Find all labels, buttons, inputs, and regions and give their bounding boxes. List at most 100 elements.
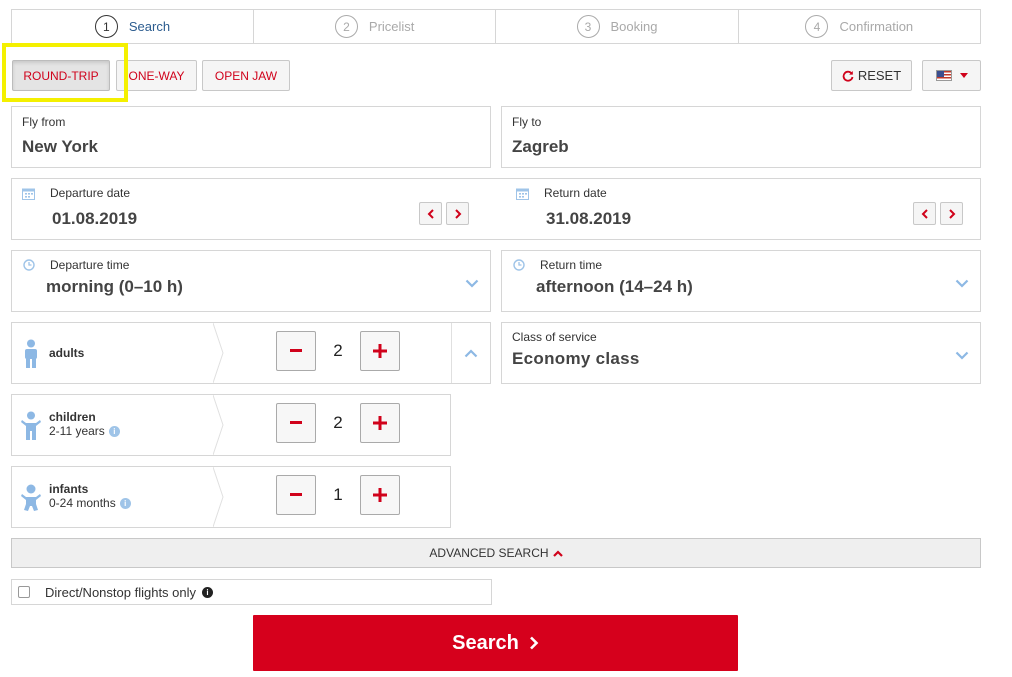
chevron-down-icon (955, 351, 969, 360)
language-selector[interactable] (922, 60, 981, 91)
reset-label: RESET (857, 68, 902, 83)
departure-time-value: morning (0–10 h) (46, 277, 183, 296)
row-divider (213, 323, 224, 383)
open-jaw-button[interactable]: OPEN JAW (202, 60, 290, 91)
step-number: 2 (334, 15, 358, 38)
progress-steps: 1 Search 2 Pricelist 3 Booking 4 Confirm… (11, 9, 981, 44)
chevron-right-icon (529, 636, 539, 650)
refresh-icon (842, 70, 854, 82)
infants-age-text: 0-24 months (49, 496, 116, 510)
chevron-up-icon (464, 348, 478, 357)
fly-to-label: Fly to (512, 115, 542, 129)
departure-time-label: Departure time (50, 258, 130, 272)
plus-icon (373, 416, 387, 430)
class-of-service-select[interactable]: Class of service Economy class (501, 322, 981, 384)
children-decrement-button[interactable] (276, 403, 316, 443)
step-booking: 3 Booking (496, 10, 739, 43)
minus-icon (290, 421, 302, 424)
children-label: children (49, 410, 96, 424)
highlight-box (2, 43, 128, 102)
departure-time-select[interactable]: Departure time morning (0–10 h) (11, 250, 491, 312)
step-label: Search (128, 19, 171, 34)
departure-date-value[interactable]: 01.08.2019 (52, 209, 137, 229)
one-way-button[interactable]: ONE-WAY (116, 60, 197, 91)
children-count: 2 (333, 413, 343, 432)
row-divider (213, 467, 224, 527)
infants-count: 1 (333, 485, 343, 504)
adults-row: adults 2 (11, 322, 491, 384)
infants-increment-button[interactable] (360, 475, 400, 515)
us-flag-icon (935, 70, 952, 81)
adult-icon (25, 339, 37, 368)
reset-button[interactable]: RESET (831, 60, 912, 91)
fly-to-value: Zagreb (512, 137, 569, 156)
infants-label: infants (49, 482, 89, 496)
advanced-search-toggle[interactable]: ADVANCED SEARCH (11, 538, 981, 568)
infants-age-range: 0-24 months i (49, 496, 131, 510)
minus-icon (290, 493, 302, 496)
step-number: 1 (94, 15, 118, 38)
calendar-icon (516, 188, 529, 200)
step-search[interactable]: 1 Search (12, 10, 254, 43)
return-time-select[interactable]: Return time afternoon (14–24 h) (501, 250, 981, 312)
nonstop-label[interactable]: Direct/Nonstop flights only (45, 585, 196, 600)
return-prev-button[interactable] (913, 202, 936, 225)
clock-icon (23, 259, 35, 271)
step-pricelist: 2 Pricelist (254, 10, 497, 43)
info-icon[interactable]: i (119, 498, 131, 510)
nonstop-option: Direct/Nonstop flights only i (11, 579, 492, 605)
advanced-search-label: ADVANCED SEARCH (429, 546, 549, 560)
departure-date-label: Departure date (50, 186, 131, 200)
search-button-label: Search (452, 631, 519, 654)
chevron-right-icon (948, 208, 955, 219)
collapse-passengers-button[interactable] (452, 323, 490, 383)
chevron-down-icon (465, 279, 479, 288)
infant-icon (21, 484, 41, 511)
minus-icon (290, 349, 302, 352)
step-number: 3 (576, 15, 600, 38)
step-label: Pricelist (368, 19, 415, 34)
departure-next-button[interactable] (446, 202, 469, 225)
chevron-left-icon (921, 208, 928, 219)
step-label: Booking (610, 19, 658, 34)
plus-icon (373, 488, 387, 502)
infants-decrement-button[interactable] (276, 475, 316, 515)
children-age-range: 2-11 years i (49, 424, 120, 438)
departure-prev-button[interactable] (419, 202, 442, 225)
adults-decrement-button[interactable] (276, 331, 316, 371)
info-icon[interactable]: i (202, 586, 214, 598)
children-age-text: 2-11 years (49, 424, 105, 438)
fly-from-label: Fly from (22, 115, 66, 129)
chevron-right-icon (454, 208, 461, 219)
return-time-value: afternoon (14–24 h) (536, 277, 693, 296)
dates-row: Departure date 01.08.2019 Return date 31… (11, 178, 981, 240)
class-of-service-value: Economy class (512, 349, 640, 368)
adults-label: adults (49, 346, 85, 360)
chevron-up-icon (552, 549, 563, 557)
step-label: Confirmation (839, 19, 914, 34)
search-button[interactable]: Search (253, 615, 738, 671)
chevron-left-icon (427, 208, 434, 219)
return-date-label: Return date (544, 186, 607, 200)
children-increment-button[interactable] (360, 403, 400, 443)
adults-increment-button[interactable] (360, 331, 400, 371)
children-row: children 2-11 years i 2 (11, 394, 451, 456)
fly-from-value: New York (22, 137, 98, 156)
clock-icon (513, 259, 525, 271)
return-date-value[interactable]: 31.08.2019 (546, 209, 631, 229)
class-of-service-label: Class of service (512, 330, 597, 344)
chevron-down-icon (955, 279, 969, 288)
return-time-label: Return time (540, 258, 603, 272)
info-icon[interactable]: i (108, 426, 120, 438)
fly-from-field[interactable]: Fly from New York (11, 106, 491, 168)
adults-count: 2 (333, 341, 343, 360)
nonstop-checkbox[interactable] (18, 586, 30, 598)
caret-down-icon (959, 73, 968, 78)
return-next-button[interactable] (940, 202, 963, 225)
infants-row: infants 0-24 months i 1 (11, 466, 451, 528)
step-number: 4 (805, 15, 829, 38)
fly-to-field[interactable]: Fly to Zagreb (501, 106, 981, 168)
row-divider (213, 395, 224, 455)
plus-icon (373, 344, 387, 358)
child-icon (21, 411, 41, 440)
